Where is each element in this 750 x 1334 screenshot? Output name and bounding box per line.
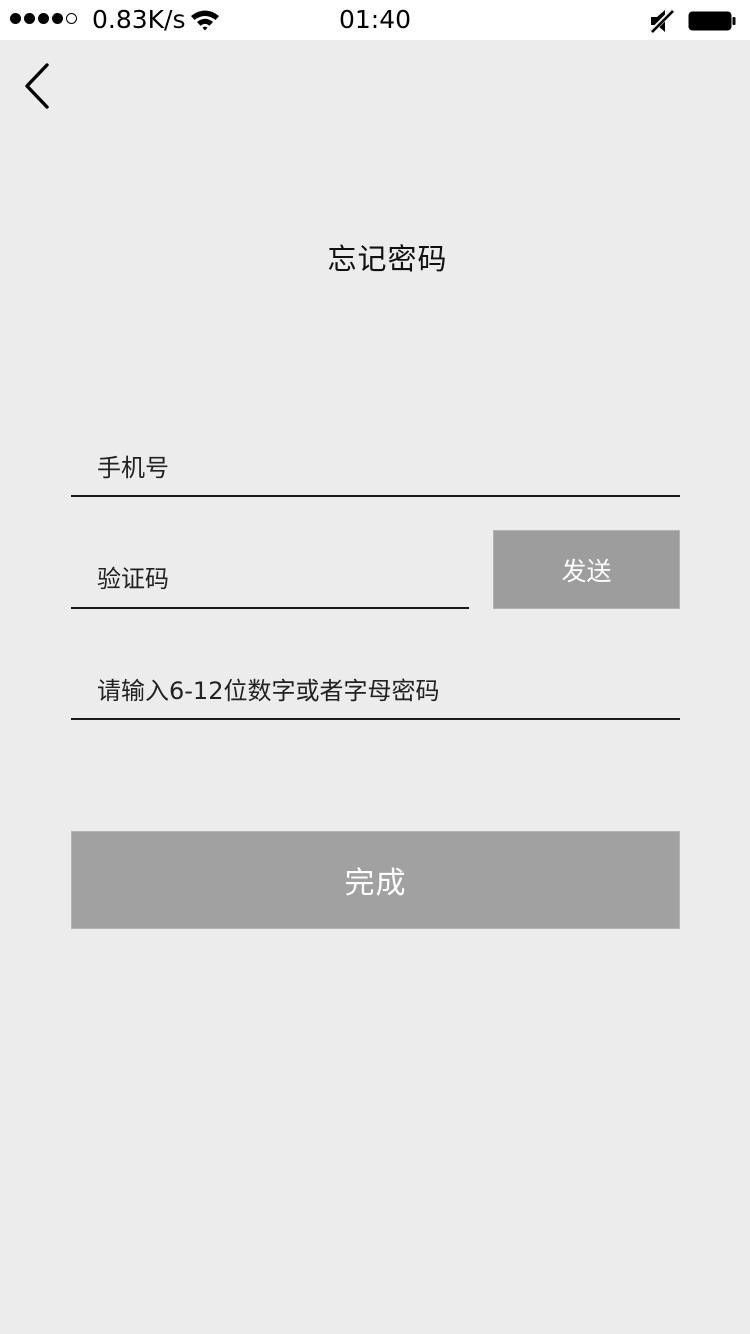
page-title: 忘记密码 [327, 242, 448, 276]
phone-input[interactable] [71, 440, 680, 495]
new-password-input[interactable] [71, 663, 680, 718]
chevron-left-icon [25, 63, 49, 109]
mute-icon [649, 8, 675, 34]
status-bar: 0.83K/s 01:40 [0, 0, 750, 40]
status-time: 01:40 [338, 5, 412, 34]
phone-field-wrapper [71, 440, 680, 497]
back-button[interactable] [18, 60, 62, 112]
password-field-wrapper [71, 663, 680, 720]
send-code-button[interactable]: 发送 [493, 530, 680, 609]
submit-button[interactable]: 完成 [71, 831, 680, 929]
verification-code-input[interactable] [71, 551, 469, 607]
code-field-wrapper [71, 551, 469, 609]
battery-icon [688, 11, 736, 31]
